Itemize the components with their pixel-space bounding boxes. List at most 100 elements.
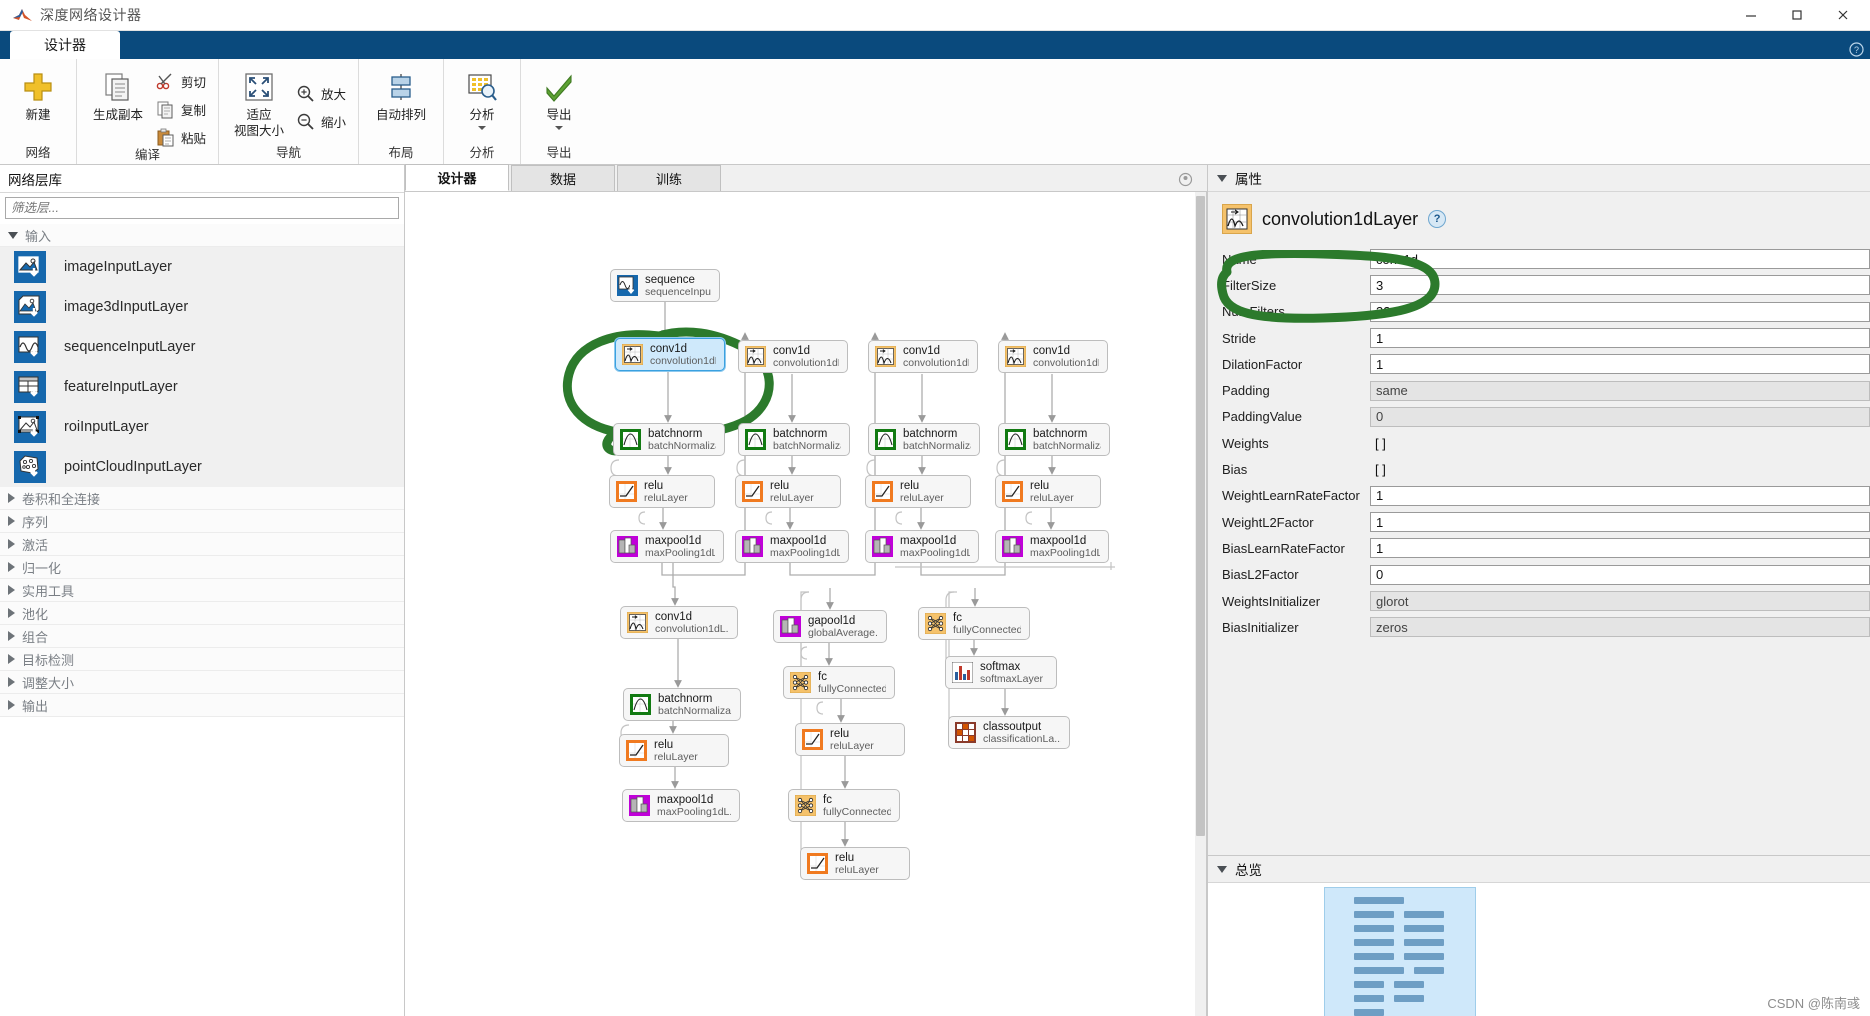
tab-training[interactable]: 训练 <box>617 165 721 191</box>
property-value-WeightL2Factor[interactable]: 1 <box>1370 512 1870 533</box>
canvas-node-batchnorm[interactable]: batchnormbatchNormaliza... <box>738 423 850 456</box>
new-button-label: 新建 <box>25 108 51 122</box>
canvas-node-softmax[interactable]: softmax softmaxLayer <box>945 656 1057 689</box>
canvas-node-relu[interactable]: relu reluLayer <box>795 723 905 756</box>
fc-icon <box>789 671 812 694</box>
property-value-Name[interactable]: conv1d <box>1370 249 1870 270</box>
feature-input-icon <box>14 371 46 403</box>
ribbon-tab-designer[interactable]: 设计器 <box>10 31 120 59</box>
properties-section-header[interactable]: 属性 <box>1208 165 1870 192</box>
window-title: 深度网络设计器 <box>40 7 142 23</box>
canvas-node-batchnorm[interactable]: batchnormbatchNormaliza... <box>998 423 1110 456</box>
library-group-resize[interactable]: 调整大小 <box>0 671 404 694</box>
library-group-input[interactable]: 输入 <box>0 224 404 247</box>
ribbon-group-layout-label: 布局 <box>388 145 414 160</box>
property-value-PaddingValue: 0 <box>1370 406 1870 427</box>
canvas-node-conv1d[interactable]: conv1dconvolution1dL... <box>738 340 848 373</box>
library-item-featureinputlayer[interactable]: featureInputLayer <box>0 367 404 407</box>
canvas-node-conv1d[interactable]: conv1dconvolution1dL... <box>615 338 725 371</box>
tab-data[interactable]: 数据 <box>511 165 615 191</box>
analyze-button[interactable]: 分析 <box>450 65 514 132</box>
canvas-node-type: reluLayer <box>770 491 814 504</box>
canvas-node-relu[interactable]: relu reluLayer <box>995 475 1101 508</box>
canvas-node-batchnorm[interactable]: batchnormbatchNormaliza... <box>613 423 725 456</box>
canvas-node-conv1d[interactable]: conv1dconvolution1dL... <box>998 340 1108 373</box>
canvas-node-sequence[interactable]: sequencesequenceInput... <box>610 269 720 302</box>
library-group-conv-fc[interactable]: 卷积和全连接 <box>0 487 404 510</box>
ribbon-help-icon[interactable]: ? <box>1849 42 1864 57</box>
property-value-WeightLearnRateFactor[interactable]: 1 <box>1370 485 1870 506</box>
zoom-out-button[interactable]: 缩小 <box>293 107 352 135</box>
zoom-in-button[interactable]: 放大 <box>293 79 352 107</box>
property-value-FilterSize[interactable]: 3 <box>1370 275 1870 296</box>
zoom-in-icon <box>296 84 315 103</box>
canvas-node-batchnorm[interactable]: batchnormbatchNormaliza... <box>623 688 741 721</box>
library-group-normalization[interactable]: 归一化 <box>0 556 404 579</box>
cut-button[interactable]: 剪切 <box>153 67 212 95</box>
property-value-Stride[interactable]: 1 <box>1370 328 1870 349</box>
chevron-right-icon <box>8 631 15 641</box>
close-button[interactable] <box>1820 1 1866 29</box>
library-group-output[interactable]: 输出 <box>0 694 404 717</box>
auto-arrange-button[interactable]: 自动排列 <box>365 65 437 125</box>
library-item-imageinputlayer[interactable]: imageInputLayer <box>0 247 404 287</box>
export-button[interactable]: 导出 <box>527 65 591 132</box>
canvas-node-name: conv1d <box>650 342 688 355</box>
canvas-node-relu[interactable]: relu reluLayer <box>735 475 841 508</box>
library-group-combination[interactable]: 组合 <box>0 625 404 648</box>
canvas-node-conv1d[interactable]: conv1dconvolution1dL... <box>620 606 738 639</box>
property-value-BiasLearnRateFactor[interactable]: 1 <box>1370 538 1870 559</box>
canvas-node-fc[interactable]: fcfullyConnected... <box>783 666 895 699</box>
library-item-pointcloudinputlayer[interactable]: pointCloudInputLayer <box>0 447 404 487</box>
chevron-down-icon[interactable] <box>478 126 487 130</box>
library-group-sequence[interactable]: 序列 <box>0 510 404 533</box>
property-value-NumFilters[interactable]: 32 <box>1370 301 1870 322</box>
tab-designer[interactable]: 设计器 <box>405 164 509 191</box>
library-item-sequenceinputlayer[interactable]: sequenceInputLayer <box>0 327 404 367</box>
canvas-node-gapool1d[interactable]: gapool1d globalAverage... <box>773 610 887 643</box>
overview-minimap[interactable]: CSDN @陈南彧 <box>1208 883 1870 1016</box>
copy-button[interactable]: 复制 <box>153 95 212 123</box>
property-value-BiasL2Factor[interactable]: 0 <box>1370 564 1870 585</box>
library-group-activation[interactable]: 激活 <box>0 533 404 556</box>
roi-input-icon <box>14 411 46 443</box>
minimize-button[interactable] <box>1728 1 1774 29</box>
property-name: Stride <box>1222 330 1256 346</box>
canvas-node-maxpool1d[interactable]: maxpool1dmaxPooling1dL... <box>735 530 849 563</box>
library-item-roiinputlayer[interactable]: roiInputLayer <box>0 407 404 447</box>
canvas-node-maxpool1d[interactable]: maxpool1dmaxPooling1dL... <box>610 530 724 563</box>
properties-layer-type: convolution1dLayer <box>1262 208 1419 229</box>
canvas-node-name: maxpool1d <box>645 534 702 547</box>
property-value-DilationFactor[interactable]: 1 <box>1370 354 1870 375</box>
chevron-down-icon[interactable] <box>555 126 564 130</box>
panel-options-icon[interactable] <box>1178 172 1193 187</box>
canvas-node-name: sequence <box>645 273 695 286</box>
library-item-image3dinputlayer[interactable]: image3dInputLayer <box>0 287 404 327</box>
canvas-node-relu[interactable]: relu reluLayer <box>865 475 971 508</box>
filter-layers-input[interactable] <box>5 197 399 219</box>
duplicate-button[interactable]: 生成副本 <box>83 65 153 125</box>
canvas-node-relu[interactable]: relu reluLayer <box>800 847 910 880</box>
canvas-node-fc[interactable]: fcfullyConnected... <box>788 789 900 822</box>
network-canvas[interactable]: sequencesequenceInput... conv1dconvolutio… <box>405 192 1207 1016</box>
canvas-node-conv1d[interactable]: conv1dconvolution1dL... <box>868 340 978 373</box>
canvas-vertical-scrollbar[interactable] <box>1195 192 1206 1016</box>
canvas-node-batchnorm[interactable]: batchnormbatchNormaliza... <box>868 423 980 456</box>
canvas-node-maxpool1d[interactable]: maxpool1dmaxPooling1dL... <box>865 530 979 563</box>
canvas-node-maxpool1d[interactable]: maxpool1dmaxPooling1dL... <box>995 530 1109 563</box>
canvas-node-relu[interactable]: relu reluLayer <box>619 734 729 767</box>
canvas-node-relu[interactable]: relu reluLayer <box>609 475 715 508</box>
new-button[interactable]: 新建 <box>6 65 70 125</box>
overview-section-header[interactable]: 总览 <box>1208 856 1870 883</box>
canvas-node-maxpool1d[interactable]: maxpool1dmaxPooling1dL... <box>622 789 740 822</box>
canvas-scrollbar-thumb[interactable] <box>1196 196 1205 836</box>
maximize-button[interactable] <box>1774 1 1820 29</box>
help-icon[interactable]: ? <box>1428 210 1447 228</box>
library-group-pooling[interactable]: 池化 <box>0 602 404 625</box>
library-group-utilities[interactable]: 实用工具 <box>0 579 404 602</box>
fit-view-button[interactable]: 适应 视图大小 <box>225 65 293 141</box>
library-group-object-detection[interactable]: 目标检测 <box>0 648 404 671</box>
canvas-node-classoutput[interactable]: classoutput classificationLa... <box>948 716 1070 749</box>
canvas-node-type: convolution1dL... <box>650 354 716 367</box>
canvas-node-fc[interactable]: fcfullyConnected... <box>918 607 1030 640</box>
